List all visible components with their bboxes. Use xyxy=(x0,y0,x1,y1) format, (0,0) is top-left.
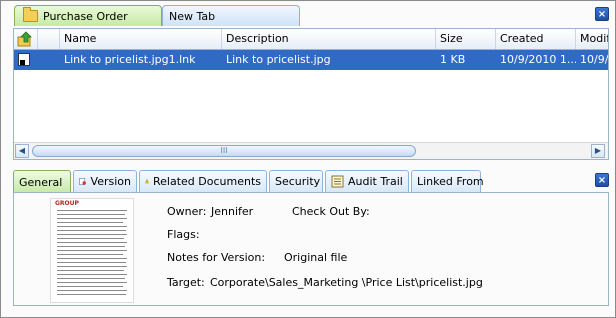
column-header-modified[interactable]: Modif xyxy=(576,29,608,49)
version-icon xyxy=(79,178,86,185)
folder-icon xyxy=(23,7,38,22)
general-panel: GROUP Owner: Jennifer Check Out By: Flag… xyxy=(13,192,609,306)
scroll-right-arrow-icon[interactable]: ▶ xyxy=(591,144,605,158)
tab-label: Related Documents xyxy=(153,175,261,188)
column-header-description[interactable]: Description xyxy=(222,29,436,49)
detail-tab-bar: General Version Related Documents Securi… xyxy=(13,170,607,193)
top-tab-bar: Purchase Order New Tab xyxy=(5,3,611,27)
tab-general[interactable]: General xyxy=(13,170,71,193)
tab-related-documents[interactable]: Related Documents xyxy=(139,170,267,192)
column-header-size[interactable]: Size xyxy=(436,29,496,49)
row-size: 1 KB xyxy=(440,53,466,66)
tab-label: Purchase Order xyxy=(43,9,128,23)
horizontal-scrollbar[interactable]: ◀ III ▶ xyxy=(14,142,608,159)
thumbnail-logo: GROUP xyxy=(55,200,79,207)
scroll-left-arrow-icon[interactable]: ◀ xyxy=(15,144,29,158)
target-path[interactable]: Corporate\Sales_Marketing \Price List\pr… xyxy=(210,276,483,289)
audit-trail-icon xyxy=(331,175,344,188)
tab-label: Version xyxy=(90,175,131,188)
tab-label: New Tab xyxy=(169,9,216,23)
tab-label: Security xyxy=(275,175,321,188)
column-header-name[interactable]: Name xyxy=(60,29,222,49)
row-name: Link to pricelist.jpg1.lnk xyxy=(64,53,196,66)
tab-version[interactable]: Version xyxy=(73,170,137,192)
column-header-created[interactable]: Created xyxy=(496,29,576,49)
up-folder-button[interactable] xyxy=(14,29,38,49)
owner-value: Jennifer xyxy=(211,205,254,218)
target-label: Target: xyxy=(167,276,205,289)
checkout-label: Check Out By: xyxy=(292,205,370,218)
tab-security[interactable]: Security xyxy=(269,170,323,192)
notes-value: Original file xyxy=(284,251,348,264)
owner-label: Owner: xyxy=(167,205,207,218)
table-row[interactable]: Link to pricelist.jpg1.lnk Link to price… xyxy=(14,50,608,70)
tab-audit-trail[interactable]: Audit Trail xyxy=(325,170,409,192)
related-documents-icon xyxy=(145,179,149,184)
row-created: 10/9/2010 1... xyxy=(500,53,576,66)
row-description: Link to pricelist.jpg xyxy=(226,53,331,66)
flags-label: Flags: xyxy=(167,228,200,241)
tab-new-tab[interactable]: New Tab xyxy=(162,5,300,26)
column-header-icon[interactable] xyxy=(38,29,60,49)
file-list: Name Description Size Created Modif Link… xyxy=(13,28,609,160)
notes-label: Notes for Version: xyxy=(167,251,266,264)
tab-label: Audit Trail xyxy=(348,175,403,188)
document-window: Purchase Order New Tab × Name Descriptio… xyxy=(0,0,616,318)
list-header: Name Description Size Created Modif xyxy=(14,29,608,50)
up-arrow-icon xyxy=(17,31,32,47)
tab-label: Linked From xyxy=(417,175,484,188)
shortcut-icon xyxy=(18,53,30,66)
document-thumbnail[interactable]: GROUP xyxy=(50,198,134,303)
tab-purchase-order[interactable]: Purchase Order xyxy=(14,5,162,26)
row-modified: 10/9/ xyxy=(580,53,608,66)
tab-label: General xyxy=(19,175,63,189)
scrollbar-thumb[interactable]: III xyxy=(32,145,416,157)
close-tab-button[interactable]: × xyxy=(595,7,609,21)
tab-linked-from[interactable]: Linked From xyxy=(411,170,484,192)
close-detail-button[interactable]: × xyxy=(595,173,609,187)
